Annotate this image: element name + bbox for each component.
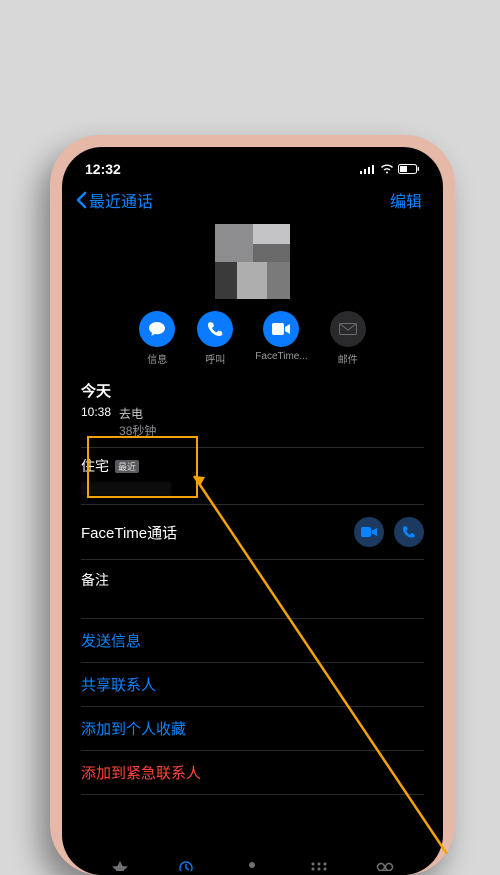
notes-section[interactable]: 备注 [81,560,424,619]
tab-bar [67,861,438,875]
facetime-video-button[interactable] [354,517,384,547]
recents-tab-icon[interactable] [176,861,196,871]
facetime-action[interactable]: FaceTime... [255,311,307,366]
back-label: 最近通话 [89,188,153,212]
back-button[interactable]: 最近通话 [75,188,153,212]
call-label: 呼叫 [205,351,225,366]
video-icon [361,527,377,537]
keypad-tab-icon[interactable] [309,861,329,871]
message-icon [139,311,175,347]
phone-bezel: 12:32 [62,147,443,875]
voicemail-tab-icon[interactable] [375,861,395,871]
mail-icon [330,311,366,347]
call-action[interactable]: 呼叫 [197,311,233,366]
video-icon [263,311,299,347]
chevron-left-icon [75,191,87,209]
message-action[interactable]: 信息 [139,311,175,366]
edit-button[interactable]: 编辑 [390,188,430,212]
home-label: 住宅 [81,456,109,476]
contacts-tab-icon[interactable] [242,861,262,871]
call-log-day: 今天 [81,380,424,401]
mail-action[interactable]: 邮件 [330,311,366,366]
contact-actions: 信息 呼叫 FaceTime... [67,307,438,372]
home-number-section[interactable]: 住宅 最近 [81,448,424,505]
notes-label: 备注 [81,572,109,588]
battery-icon [398,164,420,174]
status-time: 12:32 [85,161,121,177]
notch [168,152,338,176]
recent-tag: 最近 [115,460,139,473]
call-log-duration: 38秒钟 [119,422,156,439]
facetime-audio-button[interactable] [394,517,424,547]
facetime-row: FaceTime通话 [81,505,424,560]
phone-frame: 12:32 [50,135,455,875]
phone-number-redacted [81,482,171,496]
add-emergency-link[interactable]: 添加到紧急联系人 [81,751,424,795]
nav-bar: 最近通话 编辑 [67,184,438,218]
call-log-direction: 去电 [119,405,156,422]
send-message-link[interactable]: 发送信息 [81,619,424,663]
message-label: 信息 [147,351,167,366]
phone-icon [197,311,233,347]
add-favorite-link[interactable]: 添加到个人收藏 [81,707,424,751]
signal-icon [360,164,376,174]
mail-label: 邮件 [338,351,358,366]
call-log-section: 今天 10:38 去电 38秒钟 [81,372,424,448]
wifi-icon [380,164,394,174]
facetime-row-label: FaceTime通话 [81,522,177,543]
share-contact-link[interactable]: 共享联系人 [81,663,424,707]
phone-icon [402,525,416,539]
contact-avatar [215,224,290,299]
call-log-time: 10:38 [81,405,111,439]
screen: 12:32 [67,152,438,875]
facetime-label: FaceTime... [255,351,307,362]
favorites-tab-icon[interactable] [110,861,130,871]
